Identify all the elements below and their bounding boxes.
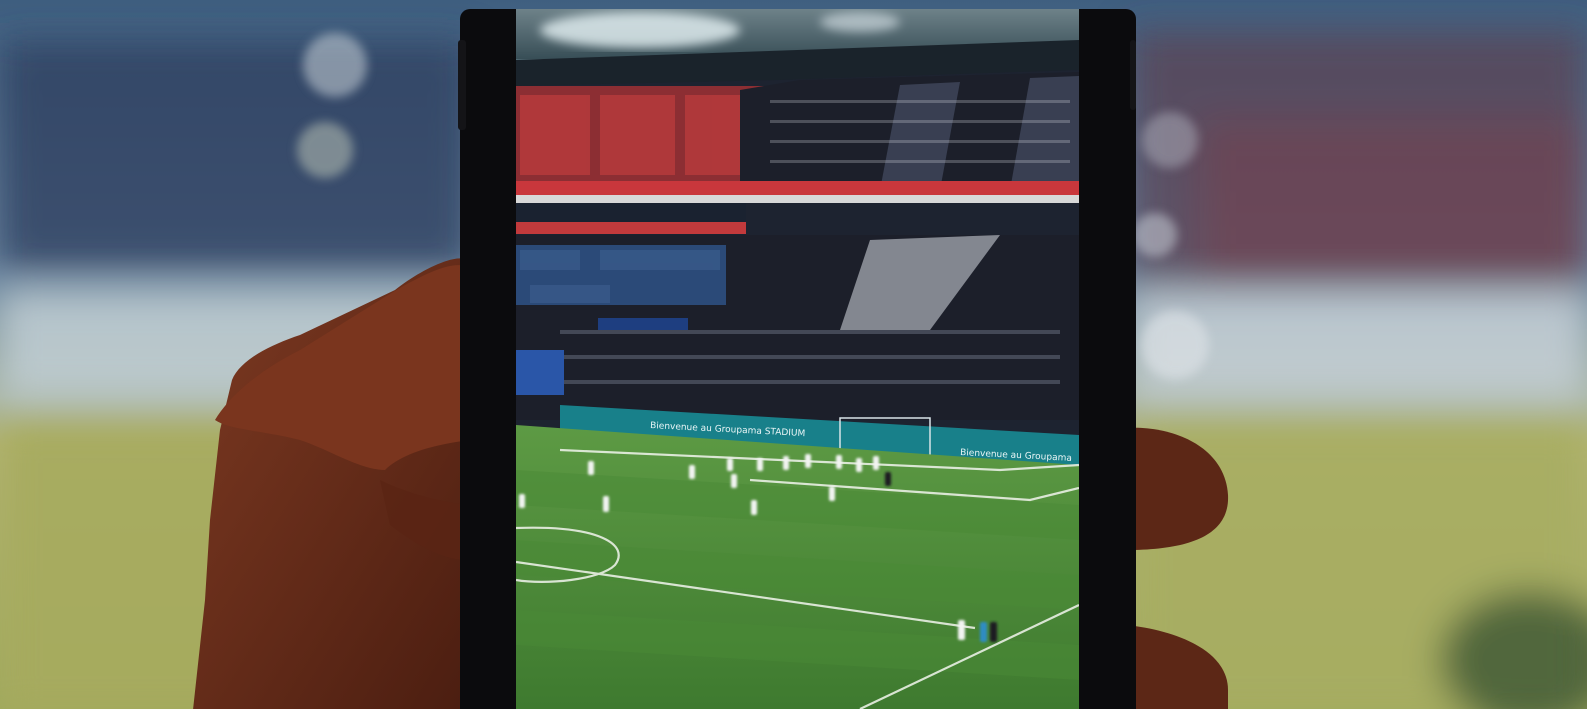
photo-scene: Bienvenue au Groupama STADIUM Bienvenue …: [0, 0, 1587, 719]
phone-screen: Bienvenue au Groupama STADIUM Bienvenue …: [516, 9, 1079, 709]
